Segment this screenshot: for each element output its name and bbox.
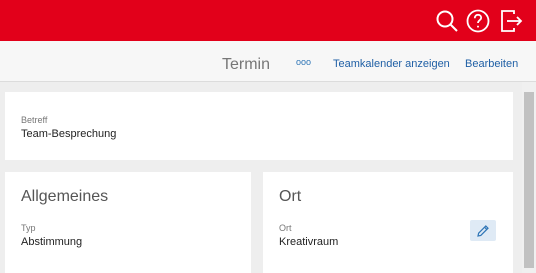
location-label: Ort [279,223,292,233]
help-icon[interactable] [466,9,490,33]
edit-link[interactable]: Bearbeiten [465,58,518,70]
type-label: Typ [21,223,36,233]
exit-icon[interactable] [499,9,523,33]
command-bar: Termin ooo Teamkalender anzeigen Bearbei… [0,41,536,82]
edit-location-button[interactable] [470,220,496,241]
location-value: Kreativraum [279,236,339,248]
search-icon[interactable] [435,9,459,33]
subject-label: Betreff [21,115,48,125]
subject-value: Team-Besprechung [21,128,117,140]
location-card: Ort Ort Kreativraum [263,172,513,273]
location-heading: Ort [279,188,302,205]
subject-card: Betreff Team-Besprechung [5,92,513,160]
general-card: Allgemeines Typ Abstimmung [5,172,251,273]
general-heading: Allgemeines [21,188,109,205]
pencil-icon [477,225,489,237]
team-calendar-link[interactable]: Teamkalender anzeigen [333,58,450,70]
more-options-button[interactable]: ooo [296,57,311,67]
vertical-scrollbar[interactable] [522,82,536,273]
scrollbar-thumb[interactable] [524,92,534,268]
top-bar [0,0,536,41]
content-area: Betreff Team-Besprechung Allgemeines Typ… [0,82,522,273]
page-title: Termin [222,56,271,73]
type-value: Abstimmung [21,236,83,248]
